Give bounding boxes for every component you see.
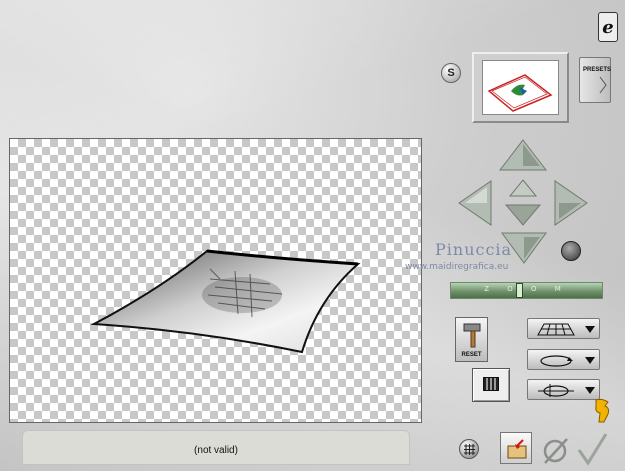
axis-rotate-mode-dropdown[interactable] — [527, 379, 600, 400]
chevron-right-icon — [599, 76, 607, 94]
checkmark-icon — [577, 433, 608, 466]
reset-button[interactable]: RESET — [455, 317, 488, 362]
arrow-right-icon — [554, 180, 588, 226]
cancel-button[interactable] — [541, 436, 571, 466]
arrow-left-icon — [458, 180, 492, 226]
orb-button[interactable] — [561, 241, 581, 261]
zoom-slider-thumb[interactable] — [516, 283, 523, 298]
reset-label: RESET — [461, 352, 482, 358]
small-up-button[interactable] — [508, 178, 538, 198]
texture-swatch — [483, 377, 499, 391]
arrow-up-button[interactable] — [498, 138, 548, 172]
arrow-left-button[interactable] — [457, 179, 493, 227]
status-bar: (not valid) — [22, 430, 410, 465]
signature-glyph: e — [602, 16, 614, 38]
presets-label: PRESETS — [583, 67, 612, 73]
grid-button[interactable] — [459, 439, 479, 459]
cancel-icon — [543, 438, 568, 464]
watermark-name: Pinuccia — [435, 240, 513, 259]
preview-thumbnail[interactable] — [472, 52, 569, 123]
zoom-label: Z O O M — [484, 285, 569, 293]
perspective-mode-dropdown[interactable] — [527, 318, 600, 339]
arrow-right-button[interactable] — [553, 179, 589, 227]
warped-image — [90, 249, 361, 354]
small-down-button[interactable] — [504, 203, 542, 227]
texture-button[interactable] — [472, 368, 510, 402]
presets-button[interactable]: PRESETS — [579, 57, 611, 103]
chevron-down-icon — [585, 387, 595, 394]
chevron-down-icon — [585, 326, 595, 333]
ok-button[interactable] — [576, 432, 608, 466]
folder-arrow-icon — [507, 439, 527, 459]
preview-thumbnail-image — [482, 60, 559, 115]
rotate-mode-dropdown[interactable] — [527, 349, 600, 370]
pointing-hand-icon — [592, 398, 614, 424]
watermark-url: www.maidiregrafica.eu — [405, 262, 509, 272]
signature-icon[interactable]: e — [598, 12, 618, 42]
status-text: (not valid) — [194, 445, 238, 456]
preview-canvas[interactable] — [9, 138, 422, 423]
perspective-grid-icon — [537, 323, 575, 336]
rotate-ellipse-icon — [540, 355, 573, 367]
small-arrow-up-icon — [508, 179, 538, 197]
s-button[interactable]: S — [441, 63, 461, 83]
load-folder-button[interactable] — [500, 432, 532, 464]
rotate-axis-icon — [538, 384, 574, 397]
small-arrow-down-icon — [504, 204, 542, 226]
grid-icon — [464, 444, 475, 455]
arrow-up-icon — [498, 139, 548, 171]
hammer-icon — [463, 323, 481, 348]
s-button-label: S — [447, 67, 455, 79]
zoom-slider[interactable]: Z O O M — [450, 282, 603, 299]
chevron-down-icon — [585, 357, 595, 364]
